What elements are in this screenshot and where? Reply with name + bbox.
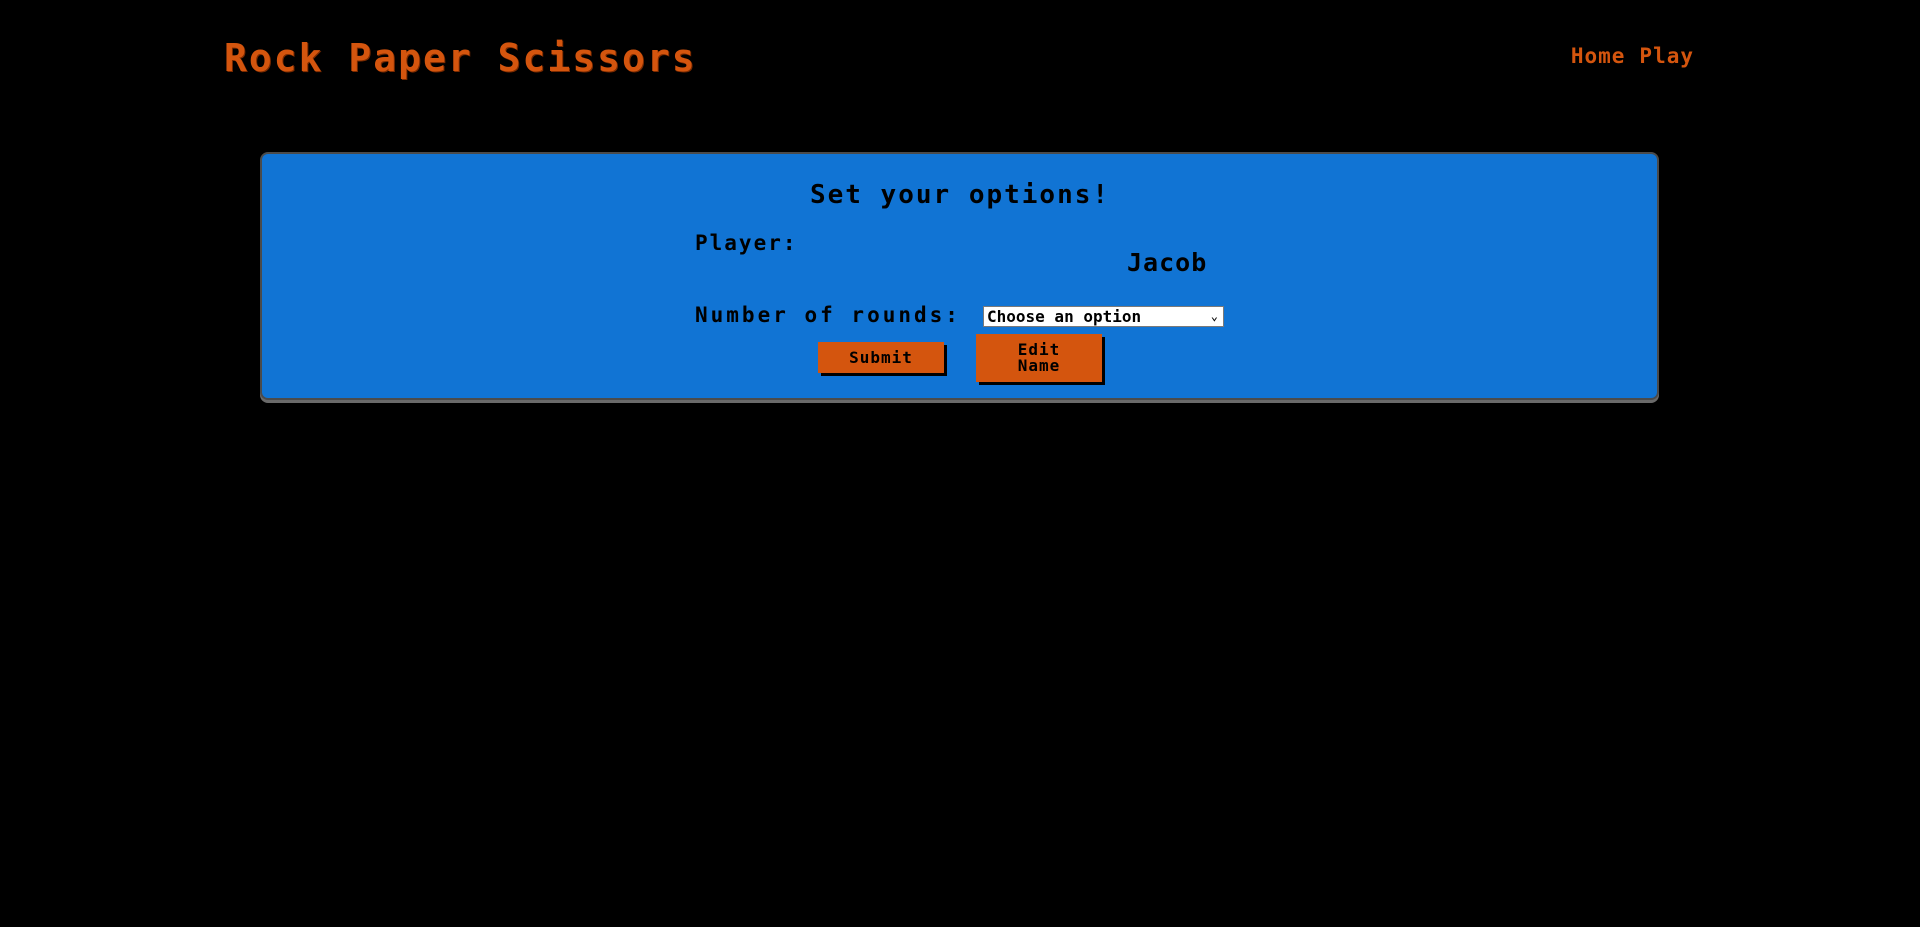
- rounds-select[interactable]: Choose an option ⌄: [983, 306, 1224, 327]
- rounds-label: Number of rounds:: [695, 303, 961, 327]
- site-title: Rock Paper Scissors: [224, 36, 697, 80]
- player-name: Jacob: [1127, 248, 1208, 277]
- page: Rock Paper Scissors Home Play Set your o…: [0, 0, 1920, 927]
- edit-name-button[interactable]: Edit Name: [976, 334, 1102, 382]
- submit-button[interactable]: Submit: [818, 342, 944, 373]
- nav-link-play[interactable]: Play: [1639, 44, 1694, 68]
- options-heading: Set your options!: [809, 180, 1111, 210]
- rounds-select-value: Choose an option: [987, 307, 1142, 326]
- edit-name-label-line2: Name: [1017, 356, 1061, 375]
- main-nav: Home Play: [1571, 44, 1694, 68]
- chevron-down-icon: ⌄: [1210, 309, 1218, 323]
- site-header: Rock Paper Scissors Home Play: [0, 0, 1920, 120]
- nav-link-home[interactable]: Home: [1571, 44, 1626, 68]
- player-label: Player:: [695, 231, 798, 255]
